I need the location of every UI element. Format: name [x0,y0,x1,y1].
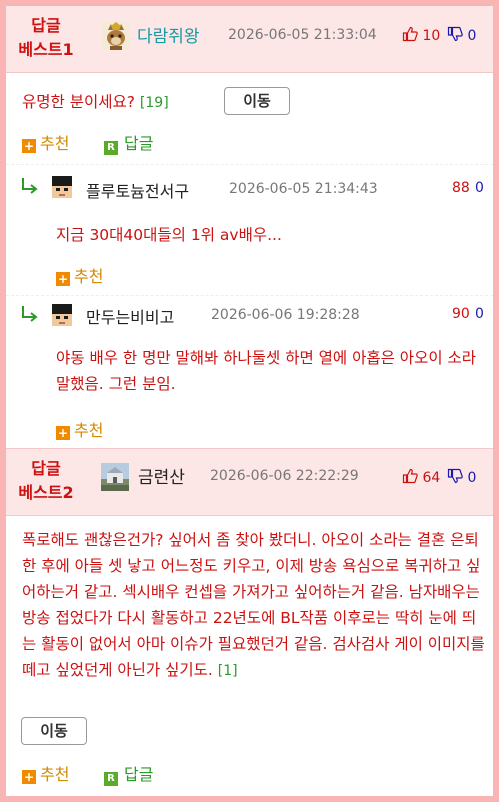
user-avatar[interactable] [48,301,76,329]
post-body-text: 폭로해도 괜찮은건가? 싶어서 좀 찾아 봤더니. 아오이 소라는 결혼 은퇴한… [22,531,485,679]
plus-icon: + [56,272,70,286]
reply-count[interactable]: [19] [140,95,169,111]
recommend-label: 추천 [74,421,104,440]
comment-timestamp: 2026-06-05 21:34:43 [229,181,378,197]
comment-text: 야동 배우 한 명만 말해봐 하나둘셋 하면 열에 아홉은 아오이 소라 말했음… [56,349,477,393]
best-reply-header: 답글 베스트2 금련산 2026-06-06 22:22:29 64 0 [6,448,493,516]
upvote-count: 64 [422,470,441,486]
recommend-button[interactable]: + 추천 [22,761,69,785]
thumbs-up-icon [402,468,418,484]
upvote-button[interactable]: 64 [402,468,440,486]
downvote-count: 0 [467,470,477,486]
recommend-label: 추천 [40,134,70,153]
comment-username[interactable]: 플루토늄전서구 [86,178,189,202]
upvote-count: 10 [422,28,441,44]
post-title: 유명한 분이세요? [19] [22,89,169,116]
best-reply-header: 답글 베스트1 다람쥐왕 2026-06-05 21:33:04 10 0 [6,6,493,73]
comment-list: 답글 베스트1 다람쥐왕 2026-06-05 21:33:04 10 0 유명… [6,6,493,796]
plus-icon: + [22,770,36,784]
divider [6,295,493,296]
landscape-avatar[interactable] [101,463,129,491]
badge-line1: 답글 [31,459,61,478]
reply-arrow-icon [22,178,38,194]
reply-count[interactable]: [1] [218,663,238,679]
comment-upvote-count[interactable]: 88 [452,180,470,196]
badge-line1: 답글 [31,16,61,35]
downvote-button[interactable]: 0 [447,26,476,44]
reply-button[interactable]: R 답글 [104,130,153,155]
thumbs-up-icon [402,26,418,42]
reply-label: 답글 [124,134,154,153]
comment-downvote-count[interactable]: 0 [475,180,484,196]
recommend-label: 추천 [74,267,104,286]
reply-button[interactable]: R 답글 [104,761,153,786]
user-avatar[interactable] [48,173,76,201]
recommend-label: 추천 [40,765,70,784]
downvote-count: 0 [467,28,477,44]
comment-text: 지금 30대40대들의 1위 av배우... [56,226,282,244]
move-button[interactable]: 이동 [224,87,290,115]
comment-downvote-count[interactable]: 0 [475,306,484,322]
thumbs-down-icon [447,26,463,42]
comment-recommend-button[interactable]: + 추천 [56,263,103,287]
recommend-button[interactable]: + 추천 [22,130,69,154]
reply-arrow-icon [22,306,38,322]
comment-upvote-count[interactable]: 90 [452,306,470,322]
downvote-button[interactable]: 0 [447,468,476,486]
reply-icon: R [104,141,118,155]
timestamp: 2026-06-05 21:33:04 [228,27,377,43]
thumbs-down-icon [447,468,463,484]
best-badge: 답글 베스트1 [6,14,86,62]
best-badge: 답글 베스트2 [6,457,86,505]
plus-icon: + [22,139,36,153]
username[interactable]: 금련산 [138,463,185,488]
squirrel-avatar[interactable] [102,22,130,50]
comment-recommend-button[interactable]: + 추천 [56,417,103,441]
timestamp: 2026-06-06 22:22:29 [210,468,359,484]
badge-line2: 베스트1 [18,40,74,59]
post-title-text: 유명한 분이세요? [22,93,135,111]
comment-timestamp: 2026-06-06 19:28:28 [211,307,360,323]
reply-icon: R [104,772,118,786]
badge-line2: 베스트2 [18,483,74,502]
comment-username[interactable]: 만두는비비고 [86,304,174,328]
move-button[interactable]: 이동 [21,717,87,745]
reply-label: 답글 [124,765,154,784]
post-body: 폭로해도 괜찮은건가? 싶어서 좀 찾아 봤더니. 아오이 소라는 결혼 은퇴한… [22,527,486,684]
divider [6,164,493,165]
upvote-button[interactable]: 10 [402,26,440,44]
plus-icon: + [56,426,70,440]
username[interactable]: 다람쥐왕 [137,22,200,47]
